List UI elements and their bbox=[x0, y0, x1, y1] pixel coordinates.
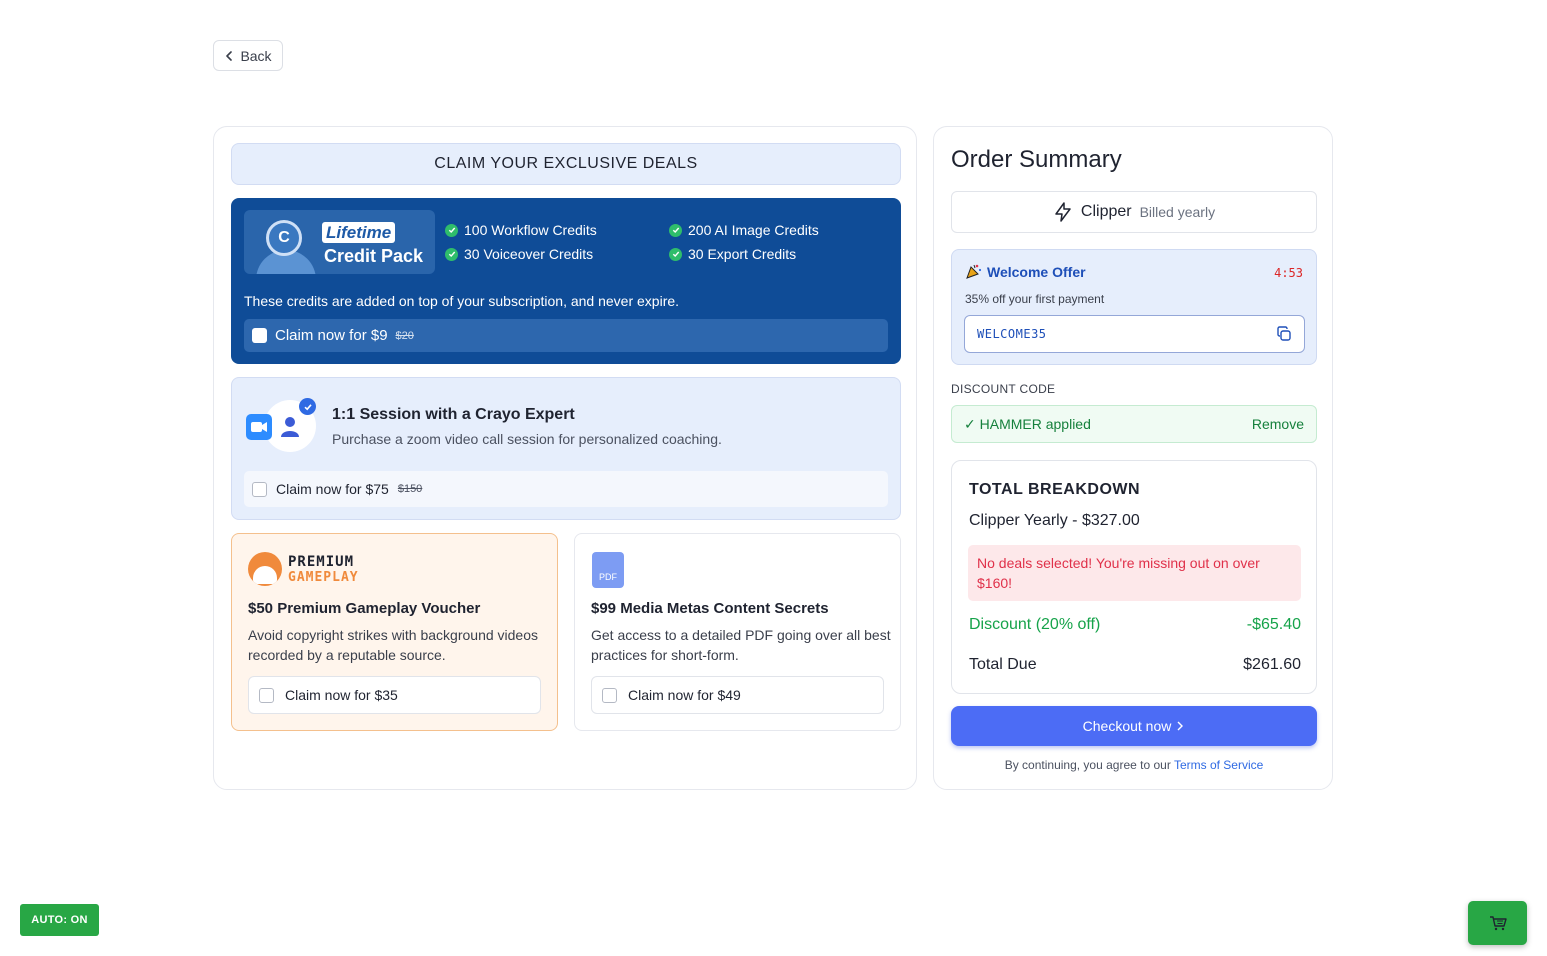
discount-applied-box: ✓ HAMMER applied Remove bbox=[951, 405, 1317, 443]
pdf-file-icon: PDF bbox=[592, 552, 624, 588]
offer-timer: 4:53 bbox=[1274, 266, 1303, 280]
plan-billing: Billed yearly bbox=[1139, 204, 1216, 220]
welcome-offer-box: Welcome Offer 4:53 35% off your first pa… bbox=[951, 249, 1317, 365]
cart-button[interactable] bbox=[1468, 901, 1527, 945]
claim-label: Claim now for $35 bbox=[285, 687, 398, 703]
discount-row: Discount (20% off) -$65.40 bbox=[969, 616, 1301, 634]
offer-code: WELCOME35 bbox=[977, 327, 1047, 341]
terms-prefix: By continuing, you agree to our bbox=[1004, 758, 1171, 772]
original-price: $20 bbox=[395, 329, 414, 342]
deals-panel: CLAIM YOUR EXCLUSIVE DEALS C Lifetime Cr… bbox=[213, 126, 917, 790]
plan-box: Clipper Billed yearly bbox=[951, 191, 1317, 233]
check-circle-icon bbox=[445, 247, 458, 261]
total-row-value: $261.60 bbox=[1243, 656, 1301, 673]
verified-badge-icon bbox=[299, 398, 316, 415]
credit-coin-icon: C bbox=[266, 220, 302, 256]
badge-credit-pack-label: Credit Pack bbox=[324, 246, 424, 266]
expert-session-card: 1:1 Session with a Crayo Expert Purchase… bbox=[231, 377, 901, 520]
badge-lifetime-label: Lifetime bbox=[322, 222, 396, 243]
remove-discount-button[interactable]: Remove bbox=[1252, 416, 1304, 432]
copy-icon[interactable] bbox=[1276, 326, 1292, 342]
claim-label: Claim now for $75 bbox=[276, 481, 389, 497]
credit-pack-claim[interactable]: Claim now for $9 $20 bbox=[244, 319, 888, 352]
order-summary-title: Order Summary bbox=[951, 146, 1122, 173]
breakdown-title: TOTAL BREAKDOWN bbox=[969, 481, 1141, 498]
voucher-title: $50 Premium Gameplay Voucher bbox=[248, 600, 481, 617]
total-row: Total Due $261.60 bbox=[969, 656, 1301, 674]
credit-item: 100 Workflow Credits bbox=[445, 222, 669, 238]
credit-pack-badge: C Lifetime Credit Pack bbox=[244, 210, 435, 274]
pdf-checkbox[interactable] bbox=[602, 687, 617, 703]
total-row-label: Total Due bbox=[969, 656, 1037, 673]
cart-icon bbox=[1489, 916, 1507, 931]
gameplay-voucher-card: PREMIUM GAMEPLAY $50 Premium Gameplay Vo… bbox=[231, 533, 558, 731]
credit-item: 30 Voiceover Credits bbox=[445, 246, 669, 262]
pdf-description: Get access to a detailed PDF going over … bbox=[591, 627, 891, 663]
credit-item: 200 AI Image Credits bbox=[669, 222, 893, 238]
auto-toggle[interactable]: AUTO: ON bbox=[20, 904, 99, 936]
voucher-checkbox[interactable] bbox=[259, 687, 274, 703]
gamepad-logo-icon bbox=[248, 552, 282, 586]
back-label: Back bbox=[240, 47, 272, 64]
checkout-label: Checkout now bbox=[1082, 718, 1172, 734]
zoom-icon bbox=[246, 414, 272, 440]
chevron-left-icon bbox=[226, 50, 233, 61]
offer-code-field[interactable]: WELCOME35 bbox=[964, 315, 1305, 353]
welcome-offer-title: Welcome Offer bbox=[965, 263, 1086, 280]
voucher-description: Avoid copyright strikes with background … bbox=[248, 627, 539, 663]
discount-row-value: -$65.40 bbox=[1246, 616, 1301, 633]
discount-row-label: Discount (20% off) bbox=[969, 616, 1101, 633]
session-claim[interactable]: Claim now for $75 $150 bbox=[244, 471, 888, 507]
deals-header: CLAIM YOUR EXCLUSIVE DEALS bbox=[231, 143, 901, 185]
logo-text-gameplay: GAMEPLAY bbox=[288, 570, 359, 585]
terms-of-service-link[interactable]: Terms of Service bbox=[1174, 758, 1263, 772]
discount-code-label: DISCOUNT CODE bbox=[951, 382, 1056, 396]
credit-item: 30 Export Credits bbox=[669, 246, 893, 262]
check-circle-icon bbox=[669, 247, 682, 261]
credit-pack-card: C Lifetime Credit Pack 100 Workflow Cred… bbox=[231, 198, 901, 364]
pdf-claim[interactable]: Claim now for $49 bbox=[591, 676, 884, 714]
pdf-title: $99 Media Metas Content Secrets bbox=[591, 600, 829, 617]
check-circle-icon bbox=[445, 223, 458, 237]
total-breakdown: TOTAL BREAKDOWN Clipper Yearly - $327.00… bbox=[951, 460, 1317, 694]
logo-text-premium: PREMIUM bbox=[288, 554, 355, 570]
lightning-icon bbox=[1055, 202, 1071, 222]
offer-description: 35% off your first payment bbox=[965, 292, 1105, 306]
no-deals-warning: No deals selected! You're missing out on… bbox=[968, 545, 1301, 601]
chevron-right-icon bbox=[1177, 721, 1184, 731]
session-checkbox[interactable] bbox=[252, 481, 267, 497]
original-price: $150 bbox=[397, 483, 423, 495]
content-secrets-card: PDF $99 Media Metas Content Secrets Get … bbox=[574, 533, 901, 731]
session-description: Purchase a zoom video call session for p… bbox=[332, 431, 722, 447]
order-summary-panel: Order Summary Clipper Billed yearly Welc… bbox=[933, 126, 1333, 790]
claim-label: Claim now for $9 bbox=[275, 327, 388, 344]
credit-pack-checkbox[interactable] bbox=[252, 328, 267, 343]
party-popper-icon bbox=[966, 264, 982, 279]
credit-pack-note: These credits are added on top of your s… bbox=[244, 293, 680, 309]
breakdown-plan-line: Clipper Yearly - $327.00 bbox=[969, 512, 1140, 529]
credit-list: 100 Workflow Credits 200 AI Image Credit… bbox=[445, 222, 895, 262]
checkout-button[interactable]: Checkout now bbox=[951, 706, 1317, 746]
discount-applied-text: ✓ HAMMER applied bbox=[964, 415, 1091, 432]
plan-name: Clipper bbox=[1080, 203, 1132, 220]
claim-label: Claim now for $49 bbox=[628, 687, 741, 703]
back-button[interactable]: Back bbox=[213, 40, 283, 71]
voucher-claim[interactable]: Claim now for $35 bbox=[248, 676, 541, 714]
check-circle-icon bbox=[669, 223, 682, 237]
session-title: 1:1 Session with a Crayo Expert bbox=[332, 406, 575, 423]
terms-note: By continuing, you agree to our Terms of… bbox=[934, 758, 1334, 772]
